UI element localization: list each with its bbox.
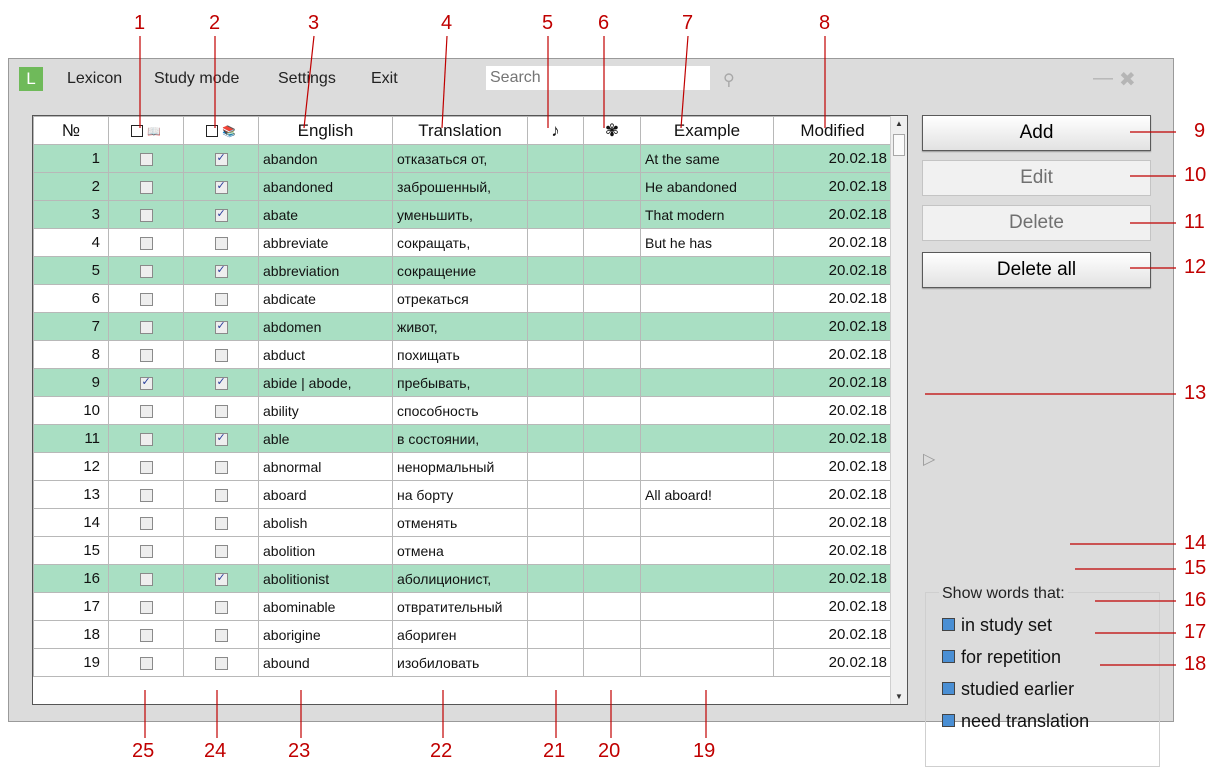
callout-16: 16 — [1184, 589, 1207, 611]
callout-18: 18 — [1184, 653, 1207, 675]
callout-1: 1 — [134, 12, 146, 34]
callout-8: 8 — [819, 12, 831, 34]
callout-20: 20 — [598, 740, 621, 762]
callout-17: 17 — [1184, 621, 1207, 643]
callout-22: 22 — [430, 740, 453, 762]
callout-2: 2 — [209, 12, 221, 34]
callout-lines — [139, 35, 1176, 738]
callout-6: 6 — [598, 12, 610, 34]
callout-24: 24 — [204, 740, 227, 762]
callout-21: 21 — [543, 740, 566, 762]
callout-4: 4 — [441, 12, 453, 34]
callout-23: 23 — [288, 740, 311, 762]
callout-3: 3 — [308, 12, 320, 34]
callout-11: 11 — [1184, 211, 1205, 233]
callout-15: 15 — [1184, 557, 1207, 579]
callout-25: 25 — [132, 740, 155, 762]
callout-12: 12 — [1184, 256, 1207, 278]
callout-13: 13 — [1184, 382, 1207, 404]
callout-9: 9 — [1194, 120, 1206, 142]
callout-5: 5 — [542, 12, 554, 34]
callout-19: 19 — [693, 740, 716, 762]
callout-14: 14 — [1184, 532, 1207, 554]
callout-7: 7 — [682, 12, 694, 34]
callout-10: 10 — [1184, 164, 1207, 186]
